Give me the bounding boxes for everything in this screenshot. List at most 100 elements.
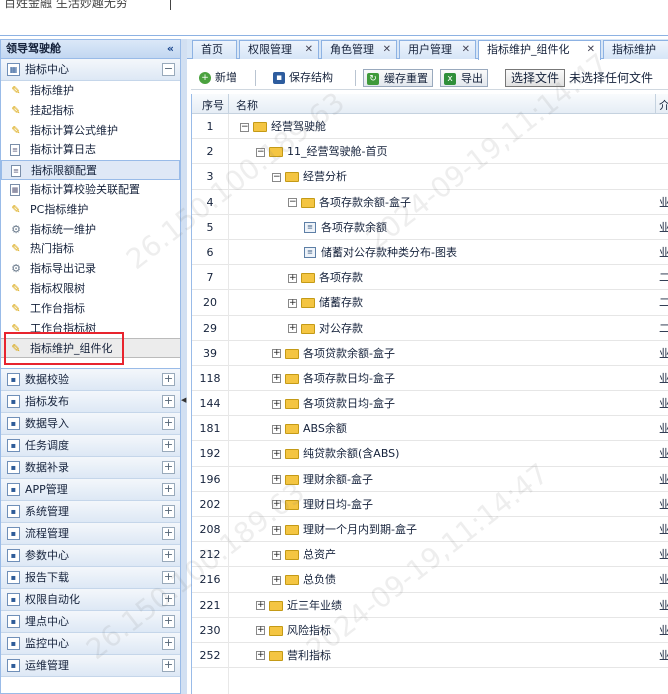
- sidebar-item[interactable]: ≡ 指标计算日志: [1, 140, 180, 160]
- tree-node[interactable]: + 理财日均-盒子: [272, 492, 373, 517]
- tree-node[interactable]: + ABS余额: [272, 416, 347, 441]
- sidebar-group[interactable]: ▪ 埋点中心 +: [1, 611, 180, 633]
- sidebar-item[interactable]: ⚙ 指标统一维护: [1, 220, 180, 240]
- table-row[interactable]: 192 + 纯贷款余额(含ABS) 业: [192, 441, 668, 467]
- expand-node-icon[interactable]: +: [272, 525, 281, 535]
- tree-node[interactable]: − 经营分析: [272, 164, 347, 189]
- expand-node-icon[interactable]: +: [272, 550, 281, 560]
- expand-node-icon[interactable]: +: [288, 324, 297, 333]
- expand-node-icon[interactable]: +: [256, 626, 265, 636]
- table-row[interactable]: 39 + 各项贷款余额-盒子 业: [192, 341, 668, 366]
- expand-group-icon[interactable]: +: [162, 527, 175, 540]
- sidebar-group[interactable]: ▪ 流程管理 +: [1, 523, 180, 545]
- table-row[interactable]: 7 + 各项存款 二: [192, 265, 668, 291]
- sidebar-item[interactable]: ✎ PC指标维护: [1, 200, 180, 220]
- table-row[interactable]: 230 + 风险指标 业: [192, 618, 668, 643]
- column-header-number[interactable]: 序号: [202, 97, 224, 113]
- sidebar-item[interactable]: ✎ 热门指标: [1, 239, 180, 259]
- sidebar-group[interactable]: ▪ 运维管理 +: [1, 655, 180, 677]
- expand-node-icon[interactable]: +: [256, 601, 265, 611]
- close-tab-icon[interactable]: ✕: [462, 41, 470, 58]
- collapse-node-icon[interactable]: −: [256, 147, 265, 157]
- expand-node-icon[interactable]: +: [256, 651, 265, 661]
- sidebar-group[interactable]: ▪ 参数中心 +: [1, 545, 180, 567]
- collapse-sidebar-icon[interactable]: «: [167, 40, 174, 58]
- sidebar-group-indicator-center[interactable]: ▦ 指标中心 −: [1, 59, 180, 81]
- tree-node[interactable]: + 对公存款: [288, 316, 363, 341]
- sidebar-group[interactable]: ▪ 报告下载 +: [1, 567, 180, 589]
- expand-group-icon[interactable]: +: [162, 483, 175, 496]
- sidebar-group[interactable]: ▪ 权限自动化 +: [1, 589, 180, 611]
- expand-node-icon[interactable]: +: [272, 349, 281, 359]
- sidebar-item[interactable]: ✎ 指标计算公式维护: [1, 121, 180, 141]
- sidebar-group[interactable]: ▪ APP管理 +: [1, 479, 180, 501]
- table-row[interactable]: 6 ≡ 储蓄对公存款种类分布-图表 业: [192, 240, 668, 266]
- sidebar-group[interactable]: ▪ 数据导入 +: [1, 413, 180, 435]
- expand-group-icon[interactable]: +: [162, 395, 175, 408]
- tree-node[interactable]: + 储蓄存款: [288, 290, 363, 315]
- tree-node[interactable]: + 各项存款: [288, 265, 363, 290]
- expand-node-icon[interactable]: +: [288, 273, 297, 283]
- sidebar-item[interactable]: ✎ 指标维护: [1, 81, 180, 101]
- expand-group-icon[interactable]: +: [162, 571, 175, 584]
- collapse-group-icon[interactable]: −: [162, 63, 175, 76]
- sidebar-group[interactable]: ▪ 任务调度 +: [1, 435, 180, 457]
- tree-node[interactable]: + 总负债: [272, 567, 336, 592]
- expand-node-icon[interactable]: +: [288, 298, 297, 308]
- tree-node[interactable]: − 11_经营驾驶舱-首页: [256, 139, 387, 164]
- table-row[interactable]: 3 − 经营分析: [192, 164, 668, 190]
- splitter-arrow-icon[interactable]: ◀: [181, 396, 186, 404]
- tree-node[interactable]: + 理财余额-盒子: [272, 467, 373, 492]
- expand-node-icon[interactable]: +: [272, 374, 281, 384]
- sidebar-item[interactable]: ✎ 指标权限树: [1, 279, 180, 299]
- table-row[interactable]: 20 + 储蓄存款 二: [192, 290, 668, 316]
- sidebar-item[interactable]: ✎ 工作台指标: [1, 299, 180, 319]
- table-row[interactable]: 216 + 总负债 业: [192, 567, 668, 593]
- table-row[interactable]: 5 ≡ 各项存款余额 业: [192, 215, 668, 240]
- expand-group-icon[interactable]: +: [162, 593, 175, 606]
- close-tab-icon[interactable]: ✕: [587, 41, 595, 58]
- tree-node[interactable]: + 各项贷款余额-盒子: [272, 341, 395, 366]
- expand-node-icon[interactable]: +: [272, 449, 281, 459]
- tab[interactable]: 指标维护: [603, 40, 668, 59]
- sidebar-item[interactable]: ⚙ 指标导出记录: [1, 259, 180, 279]
- tree-node[interactable]: + 风险指标: [256, 618, 331, 643]
- collapse-node-icon[interactable]: −: [240, 122, 249, 132]
- table-row[interactable]: 196 + 理财余额-盒子 业: [192, 467, 668, 492]
- tab[interactable]: 权限管理 ✕: [239, 40, 319, 59]
- tree-node[interactable]: + 理财一个月内到期-盒子: [272, 517, 417, 542]
- column-header-name[interactable]: 名称: [236, 97, 258, 113]
- sidebar-item[interactable]: ▦ 指标计算校验关联配置: [1, 180, 180, 200]
- tree-node[interactable]: + 各项贷款日均-盒子: [272, 391, 395, 416]
- export-button[interactable]: x 导出: [440, 69, 488, 87]
- tree-node[interactable]: + 纯贷款余额(含ABS): [272, 441, 399, 466]
- table-row[interactable]: 118 + 各项存款日均-盒子 业: [192, 366, 668, 392]
- cache-reset-button[interactable]: ↻ 缓存重置: [363, 69, 433, 87]
- table-row[interactable]: 221 + 近三年业绩 业: [192, 593, 668, 618]
- table-row[interactable]: 252 + 营利指标 业: [192, 643, 668, 669]
- expand-group-icon[interactable]: +: [162, 549, 175, 562]
- sidebar-group[interactable]: ▪ 数据补录 +: [1, 457, 180, 479]
- sidebar-group[interactable]: ▪ 监控中心 +: [1, 633, 180, 655]
- tab[interactable]: 首页: [192, 40, 237, 59]
- tree-node[interactable]: + 近三年业绩: [256, 593, 342, 618]
- tree-node[interactable]: + 各项存款日均-盒子: [272, 366, 395, 391]
- expand-group-icon[interactable]: +: [162, 439, 175, 452]
- collapse-node-icon[interactable]: −: [272, 172, 281, 182]
- add-button[interactable]: + 新增: [199, 69, 237, 87]
- tree-node[interactable]: ≡ 储蓄对公存款种类分布-图表: [304, 240, 457, 265]
- sidebar-item[interactable]: ≡ 指标限额配置: [1, 160, 180, 180]
- expand-node-icon[interactable]: +: [272, 575, 281, 585]
- sidebar-group[interactable]: ▪ 系统管理 +: [1, 501, 180, 523]
- tree-node[interactable]: ≡ 各项存款余额: [304, 215, 387, 240]
- expand-group-icon[interactable]: +: [162, 659, 175, 672]
- expand-group-icon[interactable]: +: [162, 615, 175, 628]
- expand-group-icon[interactable]: +: [162, 373, 175, 386]
- tab[interactable]: 指标维护_组件化 ✕: [478, 40, 601, 60]
- choose-file-button[interactable]: 选择文件: [505, 69, 566, 87]
- close-tab-icon[interactable]: ✕: [383, 41, 391, 58]
- expand-node-icon[interactable]: +: [272, 424, 281, 434]
- tab[interactable]: 角色管理 ✕: [321, 40, 397, 59]
- expand-node-icon[interactable]: +: [272, 500, 281, 510]
- tab[interactable]: 用户管理 ✕: [399, 40, 476, 59]
